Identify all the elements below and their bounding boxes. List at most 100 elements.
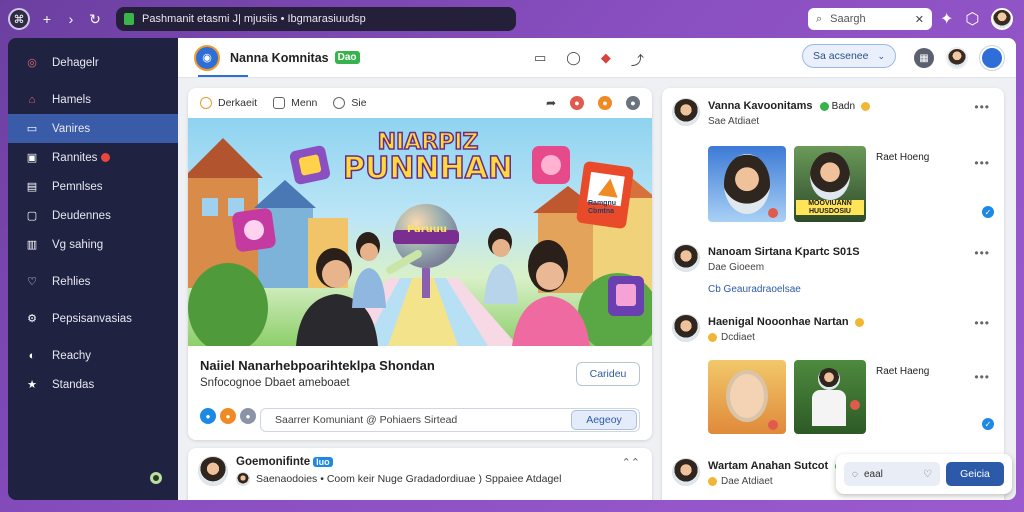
record-icon[interactable]: ●	[570, 96, 584, 110]
address-bar[interactable]: Pashmanit etasmi J| mjusiis • Ibgmarasiu…	[116, 7, 516, 31]
comment-placeholder: Saarrer Komuniant @ Pohiaers Sirtead	[275, 414, 458, 426]
share-icon[interactable]: ⤴	[631, 50, 644, 69]
tab-1[interactable]: Menn	[273, 97, 317, 109]
sidebar: ◎ Dehagelr ⌂ Hamels ▭ Vanires ▣ Rannites…	[8, 38, 178, 500]
avatar[interactable]	[672, 458, 700, 486]
user-avatar[interactable]	[946, 47, 968, 69]
message-icon[interactable]: ◯	[566, 50, 581, 69]
more-icon[interactable]: •••	[974, 156, 990, 170]
close-icon[interactable]: ✕	[915, 13, 924, 26]
sidebar-item-6[interactable]: ▥ Vg sahing	[8, 230, 178, 259]
avatar[interactable]	[672, 314, 700, 342]
share-arrow-icon[interactable]: ➦	[546, 96, 556, 110]
entry-name[interactable]: Vanna Kavoonitams Badn	[708, 100, 871, 112]
entry-name[interactable]: Wartam Anahan Sutcot	[708, 460, 845, 472]
primary-action-button[interactable]: Geicia	[946, 462, 1004, 486]
sidebar-item-1[interactable]: ⌂ Hamels	[8, 85, 178, 114]
app-logo-icon[interactable]: ◉	[194, 44, 220, 71]
more-icon[interactable]: •••	[974, 100, 990, 114]
tab-label: Menn	[291, 97, 318, 109]
comment-input[interactable]: Saarrer Komuniant @ Pohiaers Sirtead Aeg…	[260, 408, 640, 432]
hero-image[interactable]: NIARPIZ PUNNHAN Paruuu Ramgnu Cbmtna	[188, 118, 652, 346]
author-name: Goemonifinte	[236, 456, 311, 468]
next-post: Goemonifinte luo Saenaodoies • Coom keir …	[188, 448, 652, 500]
chevron-down-icon: ⌄	[877, 50, 885, 61]
tab-0[interactable]: Derkaeit	[200, 97, 257, 109]
sort-select[interactable]: Sa acsenee ⌄	[802, 44, 896, 68]
more-reactions-icon[interactable]: ●	[240, 408, 256, 424]
quick-input[interactable]: ◌ eaal ♡	[844, 462, 940, 486]
active-tab-indicator	[198, 75, 248, 77]
record-icon	[768, 420, 778, 430]
profile-avatar[interactable]	[991, 8, 1014, 30]
sidebar-item-7[interactable]: ♡ Rehlies	[8, 267, 178, 296]
sidebar-item-4[interactable]: ▤ Pemnlses	[8, 172, 178, 201]
globe-icon[interactable]: ●	[626, 96, 640, 110]
gold-badge-icon	[708, 332, 717, 342]
right-panel: Vanna Kavoonitams Badn Sae Atdiaet ••• M…	[662, 88, 1004, 500]
reload-icon[interactable]: ↻	[88, 11, 102, 28]
browser-menu-icon[interactable]: ⌘	[8, 8, 30, 30]
next-post-author[interactable]: Goemonifinte luo	[236, 456, 333, 468]
avatar[interactable]	[198, 456, 228, 486]
check-icon: ✓	[982, 206, 994, 218]
post-headline: Naiiel Nanarhebpoarihteklpa Shondan	[200, 358, 435, 373]
tab-label: Sie	[351, 97, 367, 109]
more-icon[interactable]: •••	[974, 370, 990, 384]
new-tab-icon[interactable]: +	[40, 11, 54, 27]
square-icon	[273, 97, 286, 109]
love-icon[interactable]: ●	[220, 408, 236, 424]
calendar-icon: ▤	[26, 181, 38, 193]
sidebar-item-8[interactable]: ⚙ Pepsisanvasias	[8, 304, 178, 333]
sidebar-item-label: Pemnlses	[52, 180, 103, 193]
post-subheadline: Snfocognoe Dbaet ameboaet	[200, 377, 350, 389]
more-icon[interactable]: •••	[974, 246, 990, 260]
chat-icon[interactable]: ▭	[534, 50, 546, 69]
notification-icon[interactable]: ◆	[601, 50, 611, 69]
verified-icon	[819, 101, 829, 111]
sidebar-item-9[interactable]: ◐ Reachy	[8, 341, 178, 370]
extension-icon[interactable]: ✦	[940, 9, 953, 29]
sidebar-item-5[interactable]: ▢ Deudennes	[8, 201, 178, 230]
browser-search-box[interactable]: ⌕ Saargh ✕	[808, 8, 932, 30]
entry-name-text: Vanna Kavoonitams	[708, 100, 813, 112]
video-thumbnail[interactable]	[794, 360, 866, 434]
forward-icon[interactable]: ›	[64, 11, 78, 27]
video-thumbnail[interactable]	[708, 360, 786, 434]
entry-subtitle-text: Dcdiaet	[721, 332, 755, 343]
sidebar-item-0[interactable]: ◎ Dehagelr	[8, 48, 178, 77]
sidebar-item-10[interactable]: ★ Standas	[8, 370, 178, 399]
top-bar: ◉ Nanna Komnitas Dao ▭ ◯ ◆ ⤴ Sa acsenee …	[178, 38, 1016, 78]
list-item: Vanna Kavoonitams Badn Sae Atdiaet ••• M…	[672, 96, 994, 246]
more-options-icon[interactable]: ⌃⌃	[622, 456, 640, 469]
more-icon[interactable]: •••	[974, 316, 990, 330]
tab-2[interactable]: Sie	[333, 97, 367, 109]
like-icon[interactable]: ●	[200, 408, 216, 424]
grid-icon[interactable]: ▦	[914, 48, 934, 68]
video-thumbnail[interactable]	[708, 146, 786, 222]
sidebar-item-2[interactable]: ▭ Vanires	[8, 114, 178, 143]
clock-icon	[200, 97, 212, 109]
video-thumbnail[interactable]: MOOVIUANN HUUSDOSIU	[794, 146, 866, 222]
check-icon: ✓	[982, 418, 994, 430]
puzzle-icon[interactable]: ⬡	[965, 9, 979, 29]
entry-name[interactable]: Haenigal Nooonhae Nartan	[708, 316, 864, 328]
heart-icon[interactable]: ♡	[923, 469, 932, 480]
reaction-icon[interactable]: ●	[598, 96, 612, 110]
entry-link[interactable]: Cb Geauradraoelsae	[708, 284, 801, 295]
cta-button[interactable]: Carideu	[576, 362, 640, 386]
thumbnail-caption: MOOVIUANN HUUSDOSIU	[796, 200, 864, 216]
browser-toolbar-right: ✦ ⬡	[940, 8, 1014, 30]
list-item: Haenigal Nooonhae Nartan Dcdiaet ••• Rae…	[672, 312, 994, 452]
entry-name[interactable]: Nanoam Sirtana Kpartc S01S	[708, 246, 860, 258]
comment-send-button[interactable]: Aegeoy	[571, 410, 637, 430]
search-label: Saargh	[830, 13, 866, 25]
avatar[interactable]	[672, 98, 700, 126]
entry-subtitle: Dcdiaet	[708, 332, 755, 343]
avatar[interactable]	[672, 244, 700, 272]
entry-subtitle: Dae Atdiaet	[708, 476, 773, 487]
account-menu-icon[interactable]	[980, 46, 1004, 70]
record-icon	[768, 208, 778, 218]
sidebar-item-3[interactable]: ▣ Rannites	[8, 143, 178, 172]
post-actions: ➦ ● ● ●	[546, 96, 640, 110]
